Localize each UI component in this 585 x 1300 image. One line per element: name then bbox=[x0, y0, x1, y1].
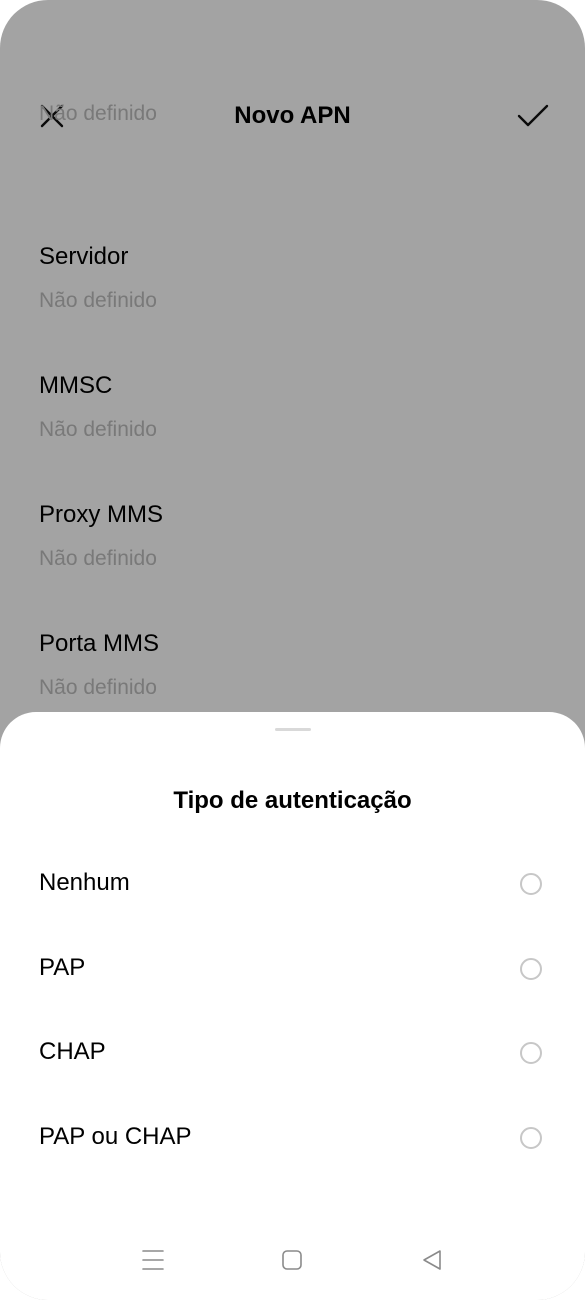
radio-button[interactable] bbox=[520, 873, 542, 895]
option-label: PAP ou CHAP bbox=[39, 1123, 192, 1150]
navigation-bar bbox=[0, 1230, 585, 1300]
auth-type-bottom-sheet: Tipo de autenticação Nenhum PAP CHAP PAP… bbox=[0, 712, 585, 1300]
option-label: CHAP bbox=[39, 1038, 106, 1065]
home-button[interactable] bbox=[270, 1238, 314, 1282]
back-button[interactable] bbox=[410, 1238, 454, 1282]
back-icon bbox=[423, 1250, 441, 1270]
radio-button[interactable] bbox=[520, 1127, 542, 1149]
recents-button[interactable] bbox=[131, 1238, 175, 1282]
option-chap[interactable]: CHAP bbox=[0, 1014, 585, 1094]
home-icon bbox=[282, 1250, 302, 1270]
option-label: PAP bbox=[39, 954, 86, 981]
option-label: Nenhum bbox=[39, 869, 130, 896]
radio-button[interactable] bbox=[520, 1042, 542, 1064]
sheet-drag-handle[interactable] bbox=[275, 728, 311, 731]
radio-button[interactable] bbox=[520, 958, 542, 980]
option-pap-ou-chap[interactable]: PAP ou CHAP bbox=[0, 1099, 585, 1179]
sheet-title: Tipo de autenticação bbox=[173, 787, 412, 814]
option-nenhum[interactable]: Nenhum bbox=[0, 845, 585, 925]
option-pap[interactable]: PAP bbox=[0, 930, 585, 1010]
menu-icon bbox=[142, 1250, 164, 1270]
phone-screen: 10:00 Novo APN Não definido Servidor Não… bbox=[0, 0, 585, 1300]
